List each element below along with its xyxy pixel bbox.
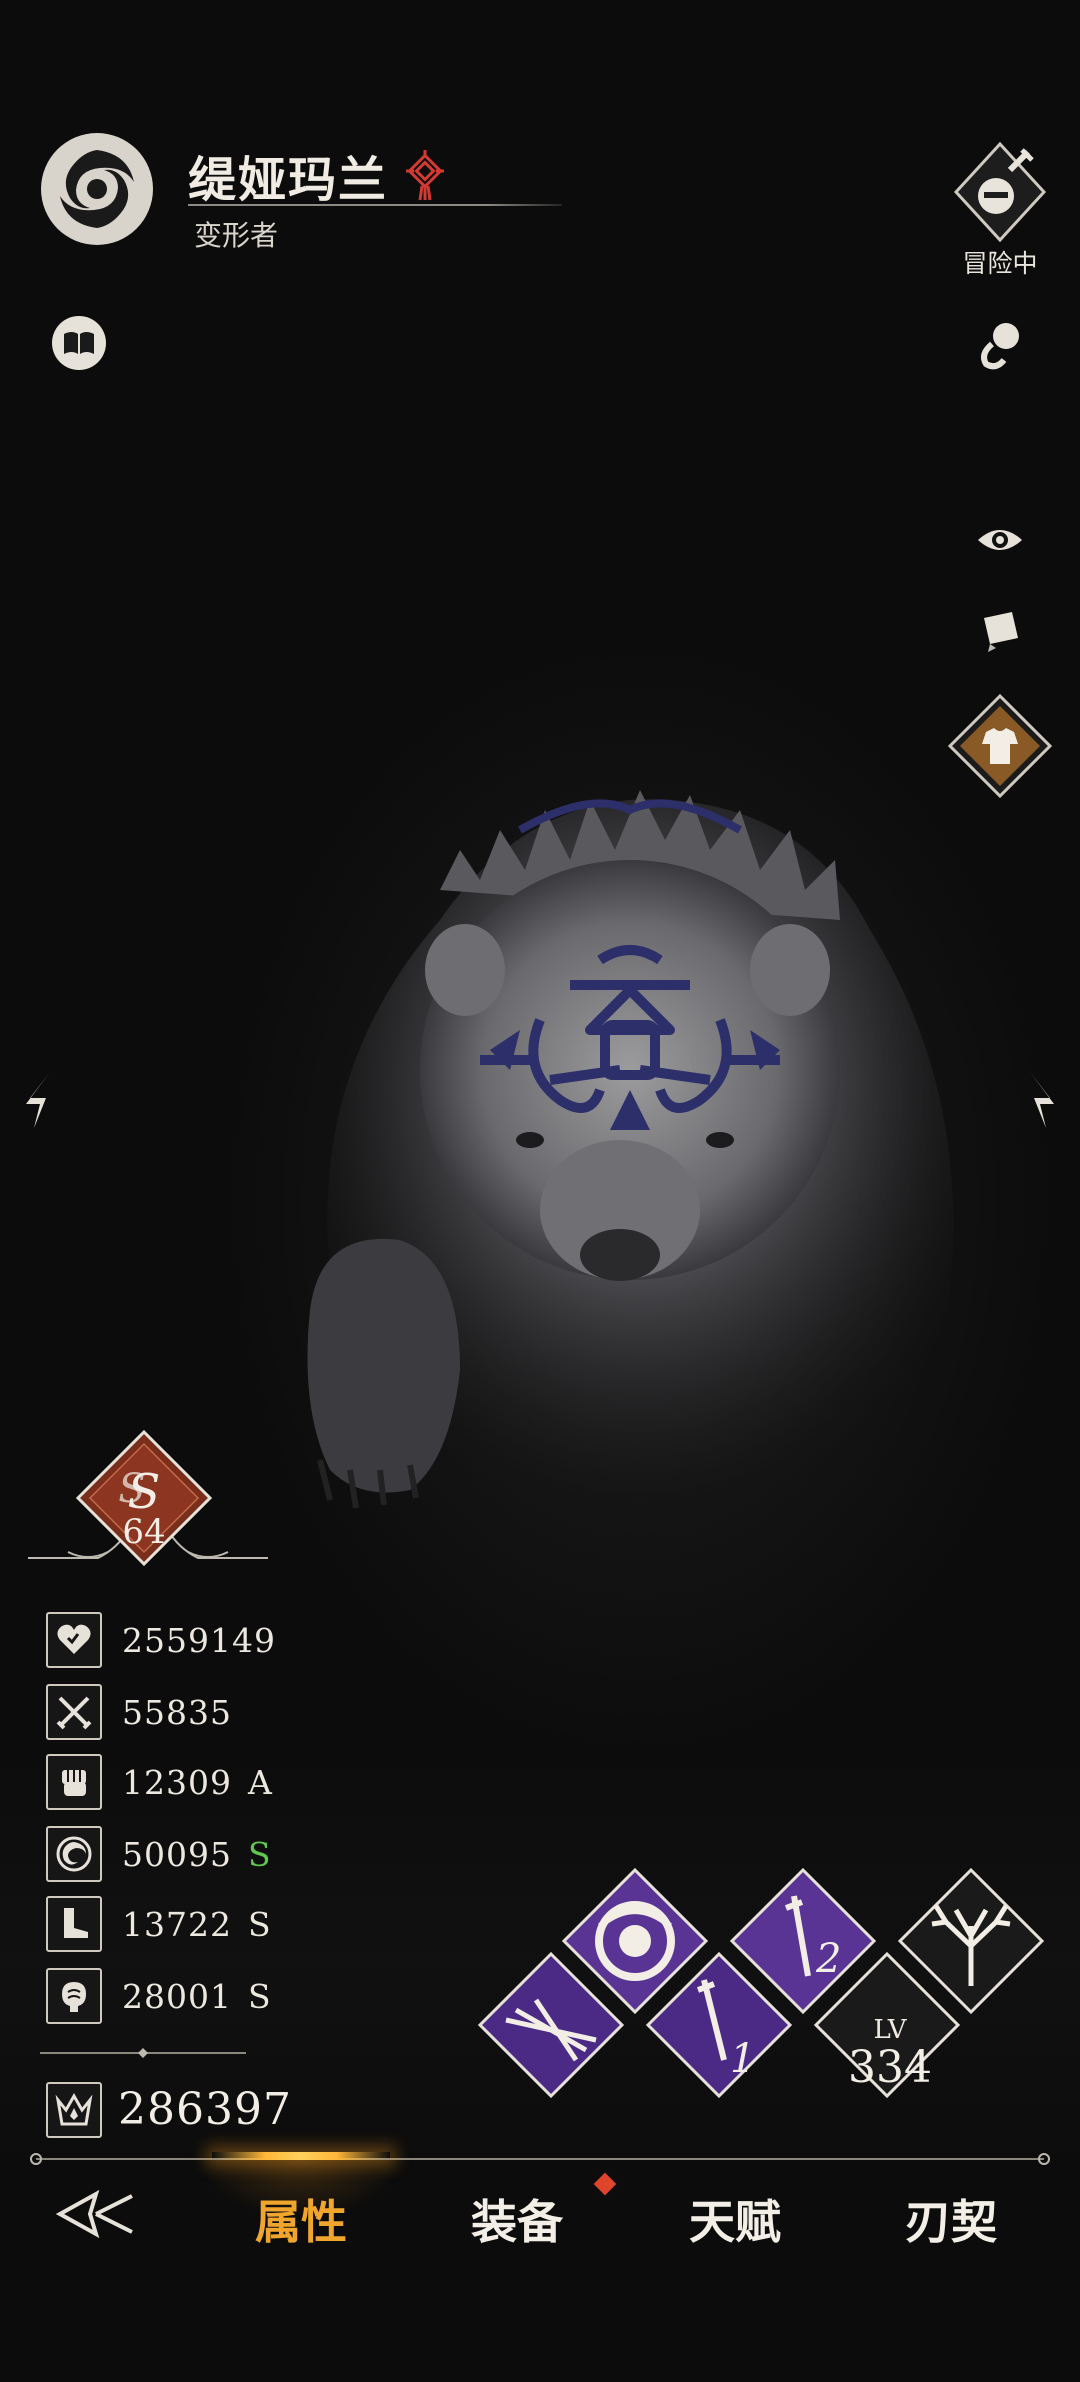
skill-badge-1: 1	[730, 2036, 755, 2082]
stat-grade: S	[247, 1834, 271, 1874]
book-icon[interactable]	[50, 314, 108, 372]
level-label: LV	[873, 2015, 907, 2045]
svg-text:S: S	[118, 1466, 145, 1512]
stat-grade: S	[247, 1976, 271, 2016]
nav-active-indicator	[212, 2152, 390, 2160]
tab-equipment[interactable]: 装备	[442, 2186, 592, 2252]
heart-icon	[46, 1612, 102, 1668]
fist-icon	[46, 1754, 102, 1810]
stat-value: 12309	[122, 1762, 232, 1802]
stat-value: 13722	[122, 1904, 232, 1944]
skill-tree[interactable]	[896, 1866, 1046, 2016]
chinese-knot-icon	[402, 146, 448, 202]
stat-row-agility[interactable]: 13722 S	[46, 1894, 271, 1954]
tab-attributes[interactable]: 属性	[226, 2186, 376, 2252]
crossed-swords-icon	[46, 1684, 102, 1740]
arrow-right-icon[interactable]	[1016, 1068, 1060, 1132]
rank-level: 64	[122, 1512, 166, 1552]
brain-icon	[46, 1968, 102, 2024]
combat-power-value: 286397	[118, 2084, 292, 2135]
stats-divider	[40, 2044, 246, 2058]
eye-icon[interactable]	[974, 520, 1026, 560]
stat-grade: A	[247, 1762, 272, 1802]
stat-grade: S	[247, 1904, 271, 1944]
character-name: 缇娅玛兰	[188, 152, 389, 208]
stat-row-strength[interactable]: 12309 A	[46, 1752, 272, 1812]
stat-row-spirit[interactable]: 50095 S	[46, 1824, 271, 1884]
adventure-helmet-icon	[953, 141, 1047, 243]
pet-icon[interactable]	[970, 314, 1030, 374]
tab-blade-pact[interactable]: 刃契	[876, 2186, 1026, 2252]
name-underline	[188, 204, 562, 206]
stat-row-intellect[interactable]: 28001 S	[46, 1966, 271, 2026]
tab-talent[interactable]: 天赋	[660, 2186, 810, 2252]
arrow-left-icon[interactable]	[20, 1068, 64, 1132]
stat-value: 55835	[122, 1692, 232, 1732]
swirl-icon	[46, 1826, 102, 1882]
character-model-bear[interactable]	[290, 770, 990, 1550]
stat-row-attack[interactable]: 55835	[46, 1682, 248, 1742]
stat-value: 2559149	[122, 1620, 276, 1660]
level-value: 334	[848, 2042, 932, 2093]
boot-icon	[46, 1896, 102, 1952]
nav-divider	[28, 2150, 1052, 2168]
adventure-status-label: 冒险中	[962, 249, 1038, 278]
stat-row-hp[interactable]: 2559149	[46, 1610, 292, 1670]
class-emblem-icon[interactable]	[38, 130, 156, 248]
back-icon[interactable]	[55, 2184, 136, 2244]
stat-value: 28001	[122, 1976, 232, 2016]
character-class: 变形者	[194, 219, 279, 252]
stat-value: 50095	[122, 1834, 232, 1874]
combat-power-icon	[46, 2082, 102, 2138]
paper-icon[interactable]	[974, 604, 1026, 656]
outfit-icon[interactable]	[946, 692, 1054, 800]
